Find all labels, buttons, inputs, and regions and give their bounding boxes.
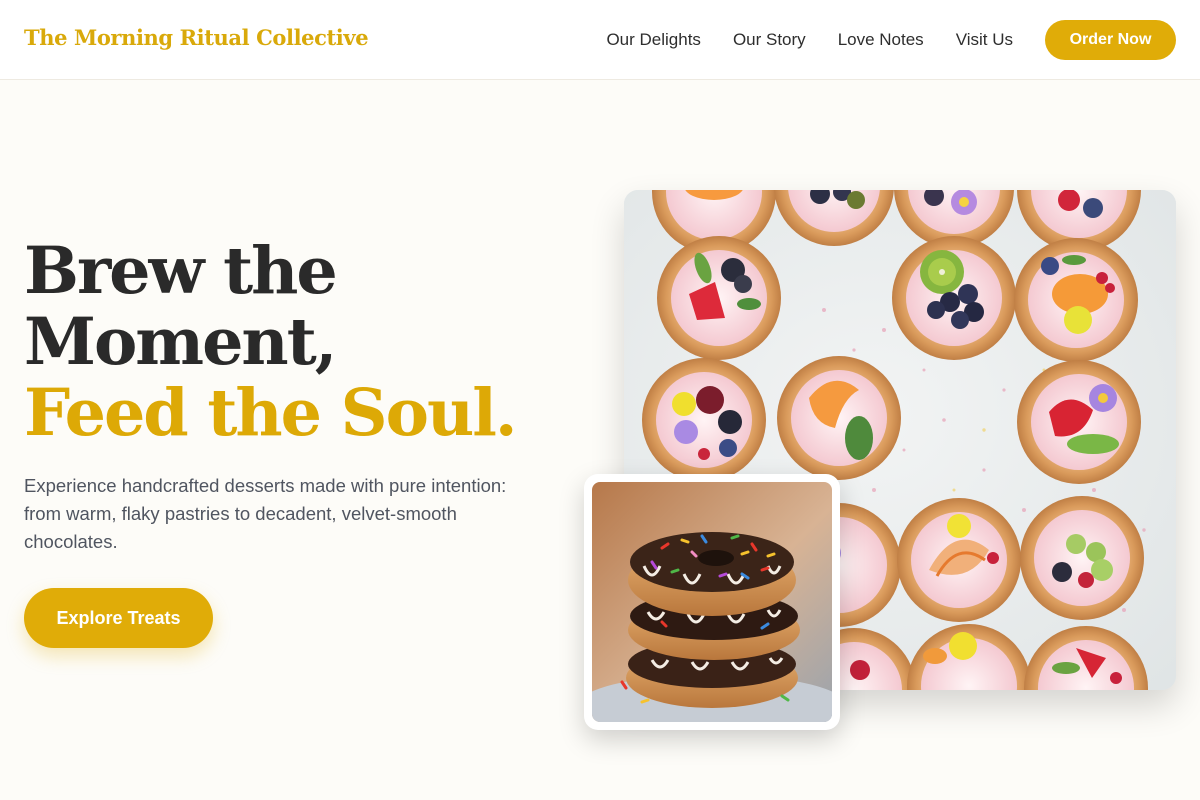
stacked-donuts-image (592, 482, 832, 722)
brand-logo[interactable]: The Morning Ritual Collective (24, 25, 369, 50)
nav-link-our-story[interactable]: Our Story (733, 20, 806, 60)
hero-title-line-3: Feed the Soul. (24, 375, 518, 451)
donuts-photo-card (584, 474, 840, 730)
site-header: The Morning Ritual Collective Our Deligh… (0, 0, 1200, 80)
nav-link-our-delights[interactable]: Our Delights (606, 20, 700, 60)
nav-link-love-notes[interactable]: Love Notes (838, 20, 924, 60)
hero-title-line-1: Brew the (24, 233, 338, 309)
explore-treats-button[interactable]: Explore Treats (24, 588, 213, 648)
hero-subtitle: Experience handcrafted desserts made wit… (24, 475, 507, 552)
hero-title-line-2: Moment, (24, 304, 337, 380)
order-now-button[interactable]: Order Now (1045, 20, 1176, 60)
nav-link-visit-us[interactable]: Visit Us (956, 20, 1013, 60)
main-nav: Our Delights Our Story Love Notes Visit … (606, 20, 1176, 60)
hero-title: Brew the Moment, Feed the Soul. (24, 233, 518, 451)
